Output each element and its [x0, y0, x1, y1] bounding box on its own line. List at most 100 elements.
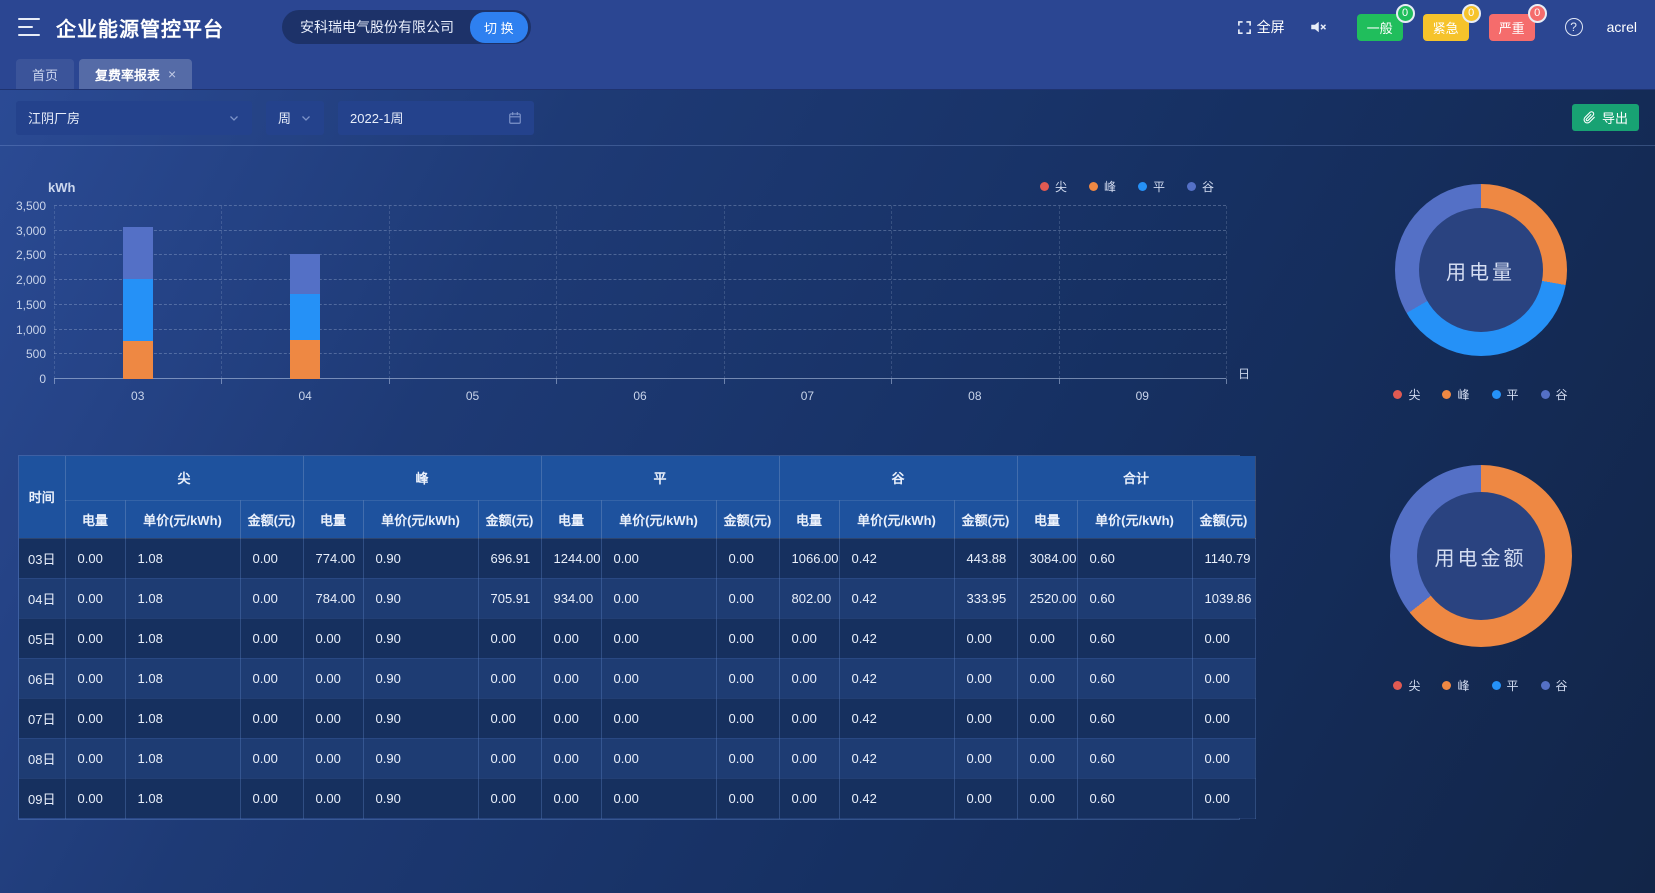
column-header: 金额(元) — [716, 500, 779, 538]
legend-item[interactable]: 谷 — [1541, 677, 1568, 694]
help-icon[interactable]: ? — [1565, 18, 1583, 36]
fullscreen-button[interactable]: 全屏 — [1237, 17, 1285, 37]
legend-item[interactable]: 尖 — [1393, 677, 1420, 694]
table-cell: 0.42 — [839, 778, 954, 818]
x-axis-tick — [54, 379, 55, 384]
table-cell: 0.00 — [601, 778, 716, 818]
mute-button[interactable] — [1309, 18, 1327, 36]
legend-item[interactable]: 尖 — [1393, 386, 1420, 403]
legend-item[interactable]: 谷 — [1187, 178, 1214, 195]
column-header: 电量 — [779, 500, 839, 538]
switch-company-button[interactable]: 切 换 — [470, 12, 528, 43]
export-label: 导出 — [1602, 108, 1628, 127]
vertical-gridline — [221, 206, 222, 379]
company-selector: 安科瑞电气股份有限公司 切 换 — [282, 10, 531, 44]
legend-dot-icon — [1442, 390, 1451, 399]
tab-1[interactable]: 复费率报表 × — [79, 59, 192, 89]
y-axis-tick-label: 1,000 — [16, 323, 46, 337]
legend-item[interactable]: 峰 — [1089, 178, 1116, 195]
column-header: 单价(元/kWh) — [839, 500, 954, 538]
vertical-gridline — [1226, 206, 1227, 379]
alarm-button-1[interactable]: 紧急0 — [1423, 14, 1469, 41]
y-axis-tick-label: 0 — [39, 372, 46, 386]
company-name: 安科瑞电气股份有限公司 — [300, 17, 454, 37]
legend-dot-icon — [1040, 182, 1049, 191]
chevron-down-icon — [300, 112, 312, 124]
legend-label: 平 — [1153, 178, 1165, 195]
bar-segment — [123, 279, 153, 340]
legend-dot-icon — [1541, 390, 1550, 399]
table-cell: 0.00 — [541, 738, 601, 778]
gridline — [54, 353, 1226, 354]
legend-dot-icon — [1393, 681, 1402, 690]
table-cell: 0.00 — [478, 618, 541, 658]
alarm-button-2[interactable]: 严重0 — [1489, 14, 1535, 41]
right-column: 用电量 尖峰平谷 用电金额 尖峰平谷 — [1240, 146, 1655, 820]
export-button[interactable]: 导出 — [1572, 104, 1639, 131]
legend-item[interactable]: 平 — [1138, 178, 1165, 195]
energy-donut-block: 用电量 尖峰平谷 — [1393, 146, 1567, 403]
legend-item[interactable]: 谷 — [1541, 386, 1568, 403]
table-cell: 0.00 — [303, 738, 363, 778]
table-cell: 0.90 — [363, 578, 478, 618]
table-cell: 0.90 — [363, 778, 478, 818]
table-cell: 1.08 — [125, 778, 240, 818]
legend-item[interactable]: 平 — [1492, 386, 1519, 403]
y-axis-tick-label: 2,500 — [16, 248, 46, 262]
gridline — [54, 205, 1226, 206]
bar-segment — [290, 254, 320, 294]
table-subheader-row: 电量单价(元/kWh)金额(元)电量单价(元/kWh)金额(元)电量单价(元/k… — [19, 500, 1255, 538]
legend-label: 谷 — [1556, 677, 1568, 694]
date-picker[interactable] — [338, 101, 534, 135]
table-cell: 0.00 — [1017, 778, 1077, 818]
filter-bar: 江阴厂房 周 导出 — [0, 90, 1655, 146]
table-cell: 0.00 — [601, 738, 716, 778]
date-input[interactable] — [350, 110, 490, 125]
tab-0[interactable]: 首页 — [16, 59, 74, 89]
table-cell: 0.00 — [240, 738, 303, 778]
site-select-value: 江阴厂房 — [28, 108, 80, 127]
cost-donut-chart: 用电金额 — [1390, 465, 1572, 647]
bar-chart-legend: 尖峰平谷 — [1040, 178, 1214, 195]
table-cell: 802.00 — [779, 578, 839, 618]
legend-dot-icon — [1492, 390, 1501, 399]
vertical-gridline — [389, 206, 390, 379]
period-select[interactable]: 周 — [266, 101, 324, 135]
tab-label: 复费率报表 — [95, 65, 160, 84]
y-axis-unit: kWh — [48, 180, 75, 195]
table-cell: 0.60 — [1077, 618, 1192, 658]
time-cell: 07日 — [19, 698, 65, 738]
table-cell: 0.42 — [839, 658, 954, 698]
site-select[interactable]: 江阴厂房 — [16, 101, 252, 135]
table-cell: 0.00 — [240, 538, 303, 578]
table-cell: 0.00 — [65, 738, 125, 778]
table-cell: 0.00 — [716, 538, 779, 578]
time-cell: 09日 — [19, 778, 65, 818]
tab-bar: 首页 复费率报表 × — [0, 54, 1655, 90]
table-cell: 0.00 — [1017, 698, 1077, 738]
left-column: kWh 尖峰平谷 05001,0001,5002,0002,5003,0003,… — [0, 146, 1240, 820]
cost-donut-title: 用电金额 — [1390, 465, 1572, 647]
legend-item[interactable]: 峰 — [1442, 386, 1469, 403]
table-cell: 0.00 — [601, 578, 716, 618]
table-cell: 0.00 — [601, 698, 716, 738]
y-axis-tick-label: 3,000 — [16, 224, 46, 238]
bar-chart-card: kWh 尖峰平谷 05001,0001,5002,0002,5003,0003,… — [18, 158, 1240, 443]
alarm-button-0[interactable]: 一般0 — [1357, 14, 1403, 41]
table-cell: 0.90 — [363, 738, 478, 778]
column-header: 电量 — [1017, 500, 1077, 538]
column-header: 电量 — [303, 500, 363, 538]
legend-item[interactable]: 峰 — [1442, 677, 1469, 694]
table-cell: 0.60 — [1077, 778, 1192, 818]
username[interactable]: acrel — [1607, 19, 1637, 35]
legend-label: 峰 — [1457, 386, 1469, 403]
tab-close-icon[interactable]: × — [168, 66, 176, 82]
fullscreen-label: 全屏 — [1257, 17, 1285, 37]
vertical-gridline — [556, 206, 557, 379]
menu-fold-icon[interactable] — [18, 18, 40, 36]
table-cell: 0.00 — [240, 658, 303, 698]
legend-item[interactable]: 尖 — [1040, 178, 1067, 195]
table-cell: 0.00 — [65, 618, 125, 658]
legend-item[interactable]: 平 — [1492, 677, 1519, 694]
time-cell: 08日 — [19, 738, 65, 778]
